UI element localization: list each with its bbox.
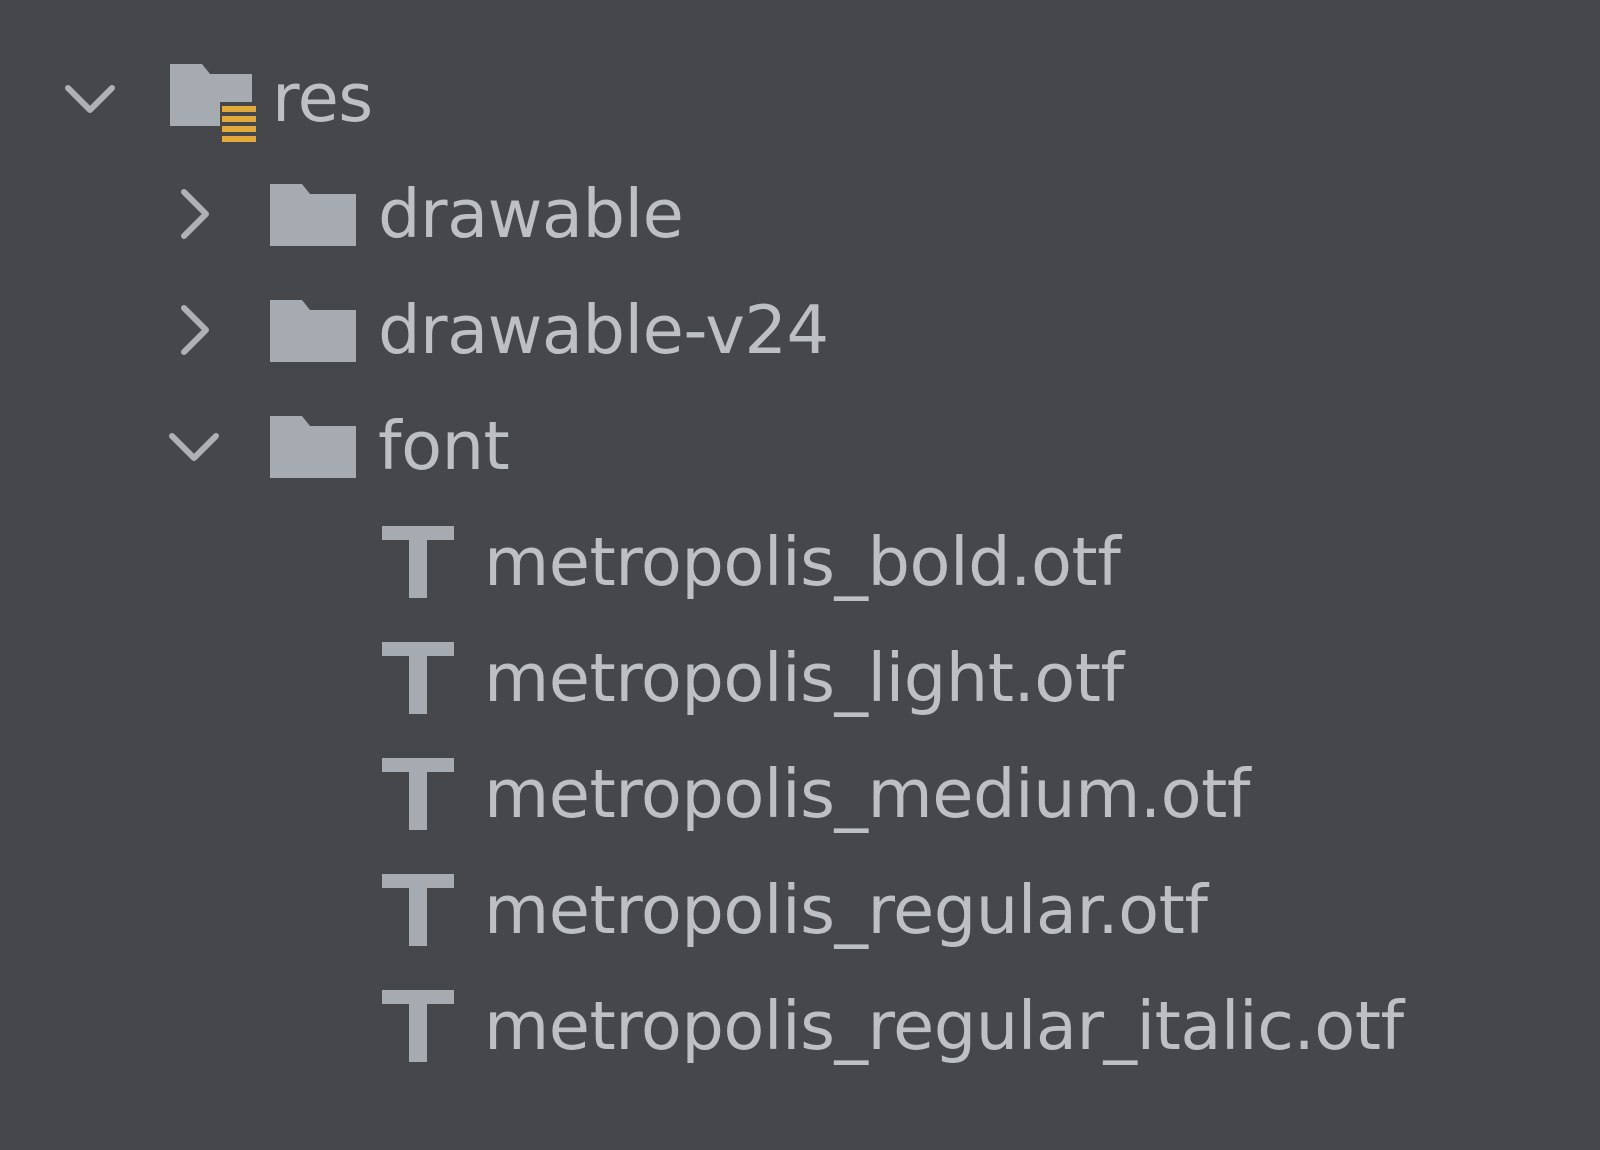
tree-file-metropolis-regular[interactable]: metropolis_regular.otf [0,852,1600,968]
chevron-right-icon[interactable] [164,184,224,244]
tree-node-font[interactable]: font [0,388,1600,504]
tree-file-metropolis-medium[interactable]: metropolis_medium.otf [0,736,1600,852]
tree-file-metropolis-regular-italic[interactable]: metropolis_regular_italic.otf [0,968,1600,1084]
chevron-down-icon[interactable] [60,68,120,128]
tree-file-label: metropolis_light.otf [484,639,1124,717]
tree-node-drawable[interactable]: drawable [0,156,1600,272]
folder-icon [270,298,356,362]
tree-node-label: drawable-v24 [378,291,829,369]
font-file-icon [382,874,454,946]
chevron-right-icon[interactable] [164,300,224,360]
tree-file-metropolis-bold[interactable]: metropolis_bold.otf [0,504,1600,620]
tree-file-label: metropolis_regular.otf [484,871,1208,949]
project-tree: res drawable drawable-v24 font metropoli… [0,0,1600,1150]
font-file-icon [382,642,454,714]
tree-node-drawable-v24[interactable]: drawable-v24 [0,272,1600,388]
folder-icon [270,182,356,246]
folder-icon [270,414,356,478]
font-file-icon [382,990,454,1062]
chevron-down-icon[interactable] [164,416,224,476]
tree-file-metropolis-light[interactable]: metropolis_light.otf [0,620,1600,736]
tree-node-label: drawable [378,175,684,253]
tree-file-label: metropolis_regular_italic.otf [484,987,1404,1065]
font-file-icon [382,758,454,830]
font-file-icon [382,526,454,598]
tree-file-label: metropolis_bold.otf [484,523,1121,601]
tree-node-label: font [378,407,510,485]
tree-file-label: metropolis_medium.otf [484,755,1251,833]
tree-node-res[interactable]: res [0,40,1600,156]
tree-node-label: res [272,59,373,137]
resource-folder-icon [168,58,260,150]
